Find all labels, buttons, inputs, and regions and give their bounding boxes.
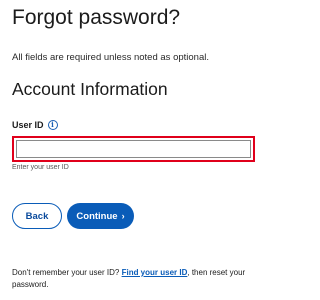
continue-button[interactable]: Continue ›: [67, 203, 134, 229]
info-icon[interactable]: i: [47, 120, 58, 130]
user-id-label: User ID: [12, 120, 44, 130]
required-note: All fields are required unless noted as …: [12, 52, 209, 63]
find-user-id-link[interactable]: Find your user ID: [122, 268, 188, 277]
chevron-right-icon: ›: [121, 210, 125, 221]
user-id-input-highlight: [12, 136, 255, 162]
continue-button-label: Continue: [76, 210, 118, 222]
user-id-input[interactable]: [16, 140, 251, 158]
back-button[interactable]: Back: [12, 203, 62, 229]
section-title: Account Information: [12, 79, 168, 99]
back-button-label: Back: [25, 210, 49, 222]
footer-text-before: Don't remember your user ID?: [12, 268, 122, 277]
user-id-helper-text: Enter your user ID: [12, 164, 69, 171]
page-title: Forgot password?: [12, 6, 181, 29]
footer-text: Don't remember your user ID? Find your u…: [12, 267, 262, 291]
user-id-label-row: User ID i: [12, 120, 58, 130]
